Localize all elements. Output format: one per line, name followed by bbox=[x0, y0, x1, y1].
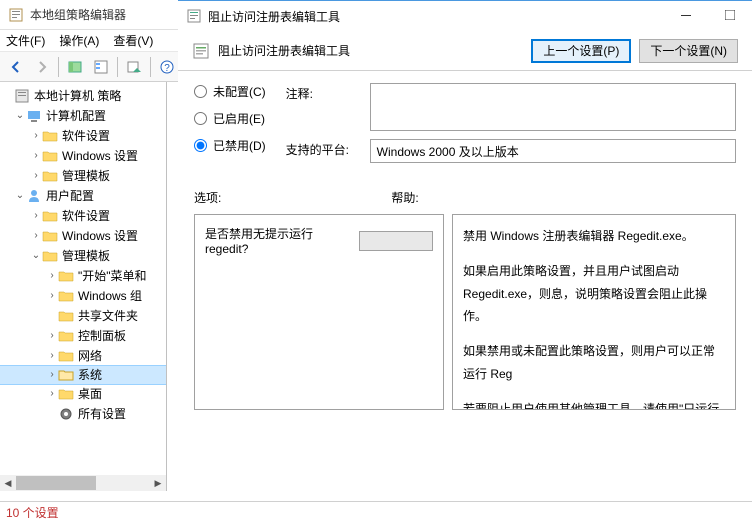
maximize-button[interactable] bbox=[708, 1, 752, 29]
prev-setting-button[interactable]: 上一个设置(P) bbox=[531, 39, 631, 63]
tree-user-config[interactable]: ⌄ 用户配置 bbox=[0, 186, 166, 206]
folder-open-icon bbox=[58, 367, 74, 383]
menu-file[interactable]: 文件(F) bbox=[6, 32, 45, 49]
folder-icon bbox=[58, 348, 74, 364]
tree-item[interactable]: ›Windows 设置 bbox=[0, 146, 166, 166]
scroll-left-icon[interactable]: ◀ bbox=[0, 475, 16, 491]
show-hide-tree-button[interactable] bbox=[63, 55, 87, 79]
tree-item[interactable]: ›软件设置 bbox=[0, 126, 166, 146]
status-count: 10 个设置 bbox=[6, 504, 59, 521]
help-button[interactable]: ? bbox=[155, 55, 179, 79]
export-button[interactable] bbox=[122, 55, 146, 79]
minimize-icon bbox=[681, 10, 691, 20]
folder-icon bbox=[58, 328, 74, 344]
folder-icon bbox=[42, 208, 58, 224]
tree-item[interactable]: 所有设置 bbox=[0, 404, 166, 424]
folder-icon bbox=[58, 308, 74, 324]
collapse-icon[interactable]: ⌄ bbox=[14, 186, 26, 206]
comment-label: 注释: bbox=[286, 83, 360, 102]
tree-item[interactable]: ›Windows 组 bbox=[0, 286, 166, 306]
dialog-titlebar[interactable]: 阻止访问注册表编辑工具 bbox=[178, 1, 752, 31]
radio-disabled[interactable]: 已禁用(D) bbox=[194, 137, 266, 154]
folder-icon bbox=[42, 228, 58, 244]
tree-item[interactable]: ›管理模板 bbox=[0, 166, 166, 186]
tree-item[interactable]: ›软件设置 bbox=[0, 206, 166, 226]
minimize-button[interactable] bbox=[664, 1, 708, 29]
next-setting-button[interactable]: 下一个设置(N) bbox=[639, 39, 738, 63]
tree-panel: 本地计算机 策略 ⌄ 计算机配置 ›软件设置 ›Windows 设置 ›管理模板… bbox=[0, 82, 167, 491]
dialog-title: 阻止访问注册表编辑工具 bbox=[208, 8, 340, 25]
platform-label: 支持的平台: bbox=[286, 139, 360, 158]
policy-icon bbox=[186, 8, 202, 24]
radio-enabled[interactable]: 已启用(E) bbox=[194, 110, 266, 127]
tree-item[interactable]: ⌄管理模板 bbox=[0, 246, 166, 266]
tree-computer-config[interactable]: ⌄ 计算机配置 bbox=[0, 106, 166, 126]
folder-icon bbox=[58, 268, 74, 284]
list-icon bbox=[93, 59, 109, 75]
arrow-right-icon bbox=[34, 59, 50, 75]
options-label: 选项: bbox=[194, 189, 221, 206]
policy-root-icon bbox=[14, 88, 30, 104]
maximize-icon bbox=[725, 10, 735, 20]
statusbar: 10 个设置 bbox=[0, 501, 752, 523]
folder-icon bbox=[42, 168, 58, 184]
option-dropdown[interactable] bbox=[359, 231, 433, 251]
panel-icon bbox=[67, 59, 83, 75]
policy-dialog: 阻止访问注册表编辑工具 阻止访问注册表编辑工具 上一个设置(P) 下一个设置(N… bbox=[178, 0, 752, 492]
tree-item-system[interactable]: ›系统 bbox=[0, 365, 167, 385]
back-button[interactable] bbox=[4, 55, 28, 79]
gpedit-icon bbox=[8, 7, 24, 23]
help-label: 帮助: bbox=[391, 189, 418, 206]
user-icon bbox=[26, 188, 42, 204]
computer-icon bbox=[26, 108, 42, 124]
comment-input[interactable] bbox=[370, 83, 736, 131]
platform-value: Windows 2000 及以上版本 bbox=[370, 139, 736, 163]
scroll-thumb[interactable] bbox=[16, 476, 96, 490]
option-question: 是否禁用无提示运行 regedit? bbox=[205, 225, 349, 256]
tree-item[interactable]: 共享文件夹 bbox=[0, 306, 166, 326]
forward-button[interactable] bbox=[30, 55, 54, 79]
folder-icon bbox=[42, 248, 58, 264]
scroll-right-icon[interactable]: ▶ bbox=[150, 475, 166, 491]
menu-operation[interactable]: 操作(A) bbox=[59, 32, 99, 49]
tree-item[interactable]: ›桌面 bbox=[0, 384, 166, 404]
tree-item[interactable]: ›控制面板 bbox=[0, 326, 166, 346]
help-panel: 禁用 Windows 注册表编辑器 Regedit.exe。 如果启用此策略设置… bbox=[452, 214, 736, 410]
tree-item[interactable]: ›Windows 设置 bbox=[0, 226, 166, 246]
radio-unset[interactable]: 未配置(C) bbox=[194, 83, 266, 100]
options-panel: 是否禁用无提示运行 regedit? bbox=[194, 214, 444, 410]
menu-view[interactable]: 查看(V) bbox=[113, 32, 153, 49]
settings-icon bbox=[58, 406, 74, 422]
bg-window-title: 本地组策略编辑器 bbox=[30, 6, 126, 23]
properties-button[interactable] bbox=[89, 55, 113, 79]
dialog-header: 阻止访问注册表编辑工具 上一个设置(P) 下一个设置(N) bbox=[178, 31, 752, 71]
arrow-left-icon bbox=[8, 59, 24, 75]
policy-icon bbox=[192, 42, 210, 60]
svg-text:?: ? bbox=[164, 63, 170, 74]
collapse-icon[interactable]: ⌄ bbox=[14, 106, 26, 126]
export-icon bbox=[126, 59, 142, 75]
folder-icon bbox=[42, 128, 58, 144]
help-icon: ? bbox=[159, 59, 175, 75]
tree-item[interactable]: ›网络 bbox=[0, 346, 166, 366]
dialog-header-title: 阻止访问注册表编辑工具 bbox=[218, 42, 350, 59]
tree-h-scrollbar[interactable]: ◀ ▶ bbox=[0, 475, 166, 491]
tree-root[interactable]: 本地计算机 策略 bbox=[0, 86, 166, 106]
folder-icon bbox=[42, 148, 58, 164]
tree-item[interactable]: ›"开始"菜单和 bbox=[0, 266, 166, 286]
folder-icon bbox=[58, 288, 74, 304]
folder-icon bbox=[58, 386, 74, 402]
